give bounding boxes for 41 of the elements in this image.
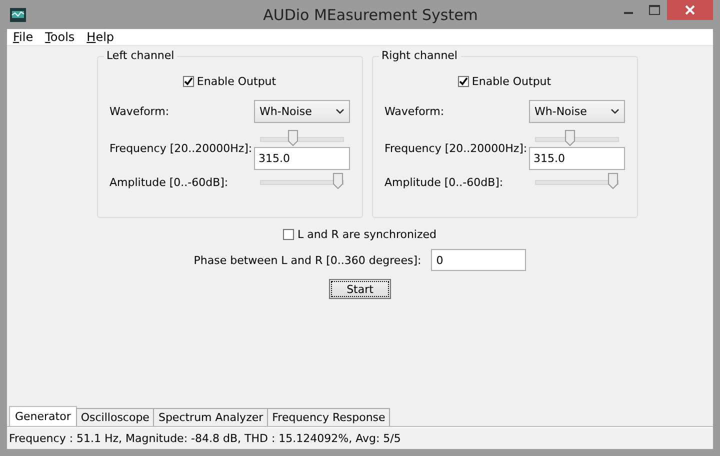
field-label: Amplitude [0..-60dB]: xyxy=(384,176,504,189)
slider-thumb[interactable] xyxy=(608,173,618,189)
tab[interactable]: Spectrum Analyzer xyxy=(153,408,268,426)
minimize-icon xyxy=(624,12,632,14)
status-bar: Frequency : 51.1 Hz, Magnitude: -84.8 dB, THD : 15.124092%, Avg: 5/5 xyxy=(7,427,713,449)
field-label: Phase between L and R [0..360 degrees]: xyxy=(194,254,422,266)
field-label: Amplitude [0..-60dB]: xyxy=(110,176,230,189)
tab[interactable]: Oscilloscope xyxy=(76,408,154,426)
checkbox-label: L and R are synchronized xyxy=(297,228,437,241)
checkbox-label: Enable Output xyxy=(196,74,276,88)
waveform-dropdown[interactable]: Wh-Noise xyxy=(528,100,624,123)
sync-checkbox[interactable] xyxy=(283,229,294,240)
close-icon xyxy=(685,5,695,15)
slider-thumb[interactable] xyxy=(564,130,575,146)
field-label: Waveform: xyxy=(384,105,446,118)
field-label: Waveform: xyxy=(110,105,170,118)
slider-thumb[interactable] xyxy=(288,130,298,146)
menu-item[interactable]: Help xyxy=(80,29,120,45)
field-label: Frequency [20..20000Hz]: xyxy=(384,142,528,155)
window-title: AUDio MEasurement System xyxy=(263,6,478,24)
group-title: Right channel xyxy=(378,49,460,62)
tab[interactable]: Frequency Response xyxy=(267,408,390,426)
app-icon xyxy=(10,8,26,22)
menu-item[interactable]: Tools xyxy=(39,29,81,45)
maximize-icon xyxy=(648,5,660,15)
enable-checkbox[interactable] xyxy=(182,76,194,86)
menu-item[interactable]: File xyxy=(7,29,40,45)
group-title: Left channel xyxy=(104,49,178,62)
checkbox-label: Enable Output xyxy=(472,74,552,88)
waveform-dropdown[interactable]: Wh-Noise xyxy=(254,100,350,123)
close-button[interactable] xyxy=(667,0,713,20)
caret-icon xyxy=(610,109,618,114)
frequency-input[interactable]: 315.0 xyxy=(254,147,350,170)
field-label: Frequency [20..20000Hz]: xyxy=(110,142,254,155)
tab[interactable]: Generator xyxy=(9,406,77,426)
start-button[interactable]: Start xyxy=(329,279,391,299)
phase-input[interactable]: 0 xyxy=(431,249,526,271)
slider-thumb[interactable] xyxy=(333,173,344,189)
frequency-input[interactable]: 315.0 xyxy=(528,147,624,170)
caret-icon xyxy=(336,109,344,114)
enable-checkbox[interactable] xyxy=(458,76,469,86)
